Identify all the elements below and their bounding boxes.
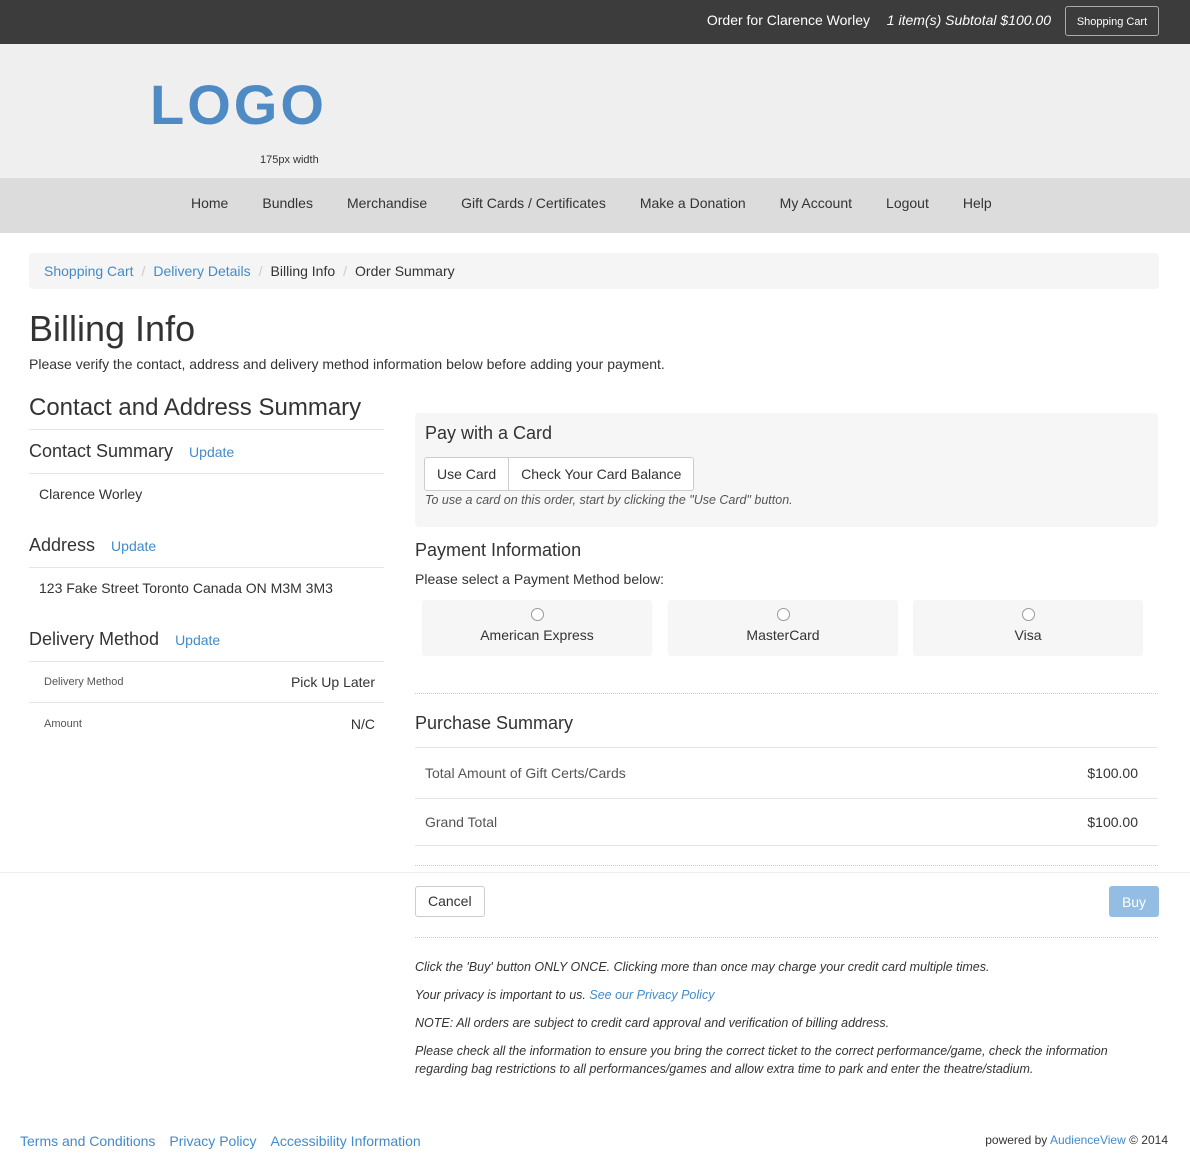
- powered-by: powered by AudienceView © 2014: [985, 1133, 1168, 1147]
- privacy-note: Your privacy is important to us. See our…: [415, 986, 1159, 1004]
- footer-accessibility-link[interactable]: Accessibility Information: [271, 1133, 421, 1149]
- delivery-amount-key: Amount: [44, 717, 82, 730]
- payment-info-subtext: Please select a Payment Method below:: [415, 571, 665, 587]
- radio-mastercard[interactable]: [776, 608, 790, 621]
- pay-with-card-heading: Pay with a Card: [425, 423, 553, 443]
- delivery-label: Delivery Method: [29, 629, 160, 649]
- privacy-note-text: Your privacy is important to us.: [415, 988, 586, 1002]
- address-update-link[interactable]: Update: [111, 538, 156, 554]
- payment-option-label: Visa: [1014, 627, 1042, 643]
- use-card-button[interactable]: Use Card: [424, 457, 510, 491]
- buy-once-note: Click the 'Buy' button ONLY ONCE. Clicki…: [415, 960, 990, 974]
- shopping-cart-button[interactable]: Shopping Cart: [1065, 6, 1159, 36]
- radio-visa[interactable]: [1021, 608, 1035, 621]
- footer-terms-link[interactable]: Terms and Conditions: [20, 1133, 155, 1149]
- nav-item-logout[interactable]: Logout: [869, 178, 946, 228]
- audienceview-link[interactable]: AudienceView: [1050, 1133, 1126, 1147]
- cart-subtotal: 1 item(s) Subtotal $100.00: [886, 12, 1051, 28]
- purchase-row-gift-cards: Total Amount of Gift Certs/Cards $100.00: [415, 747, 1158, 798]
- contact-summary-label: Contact Summary: [29, 441, 174, 461]
- delivery-update-link[interactable]: Update: [175, 632, 220, 648]
- purchase-row-grand-total: Grand Total $100.00: [415, 798, 1158, 846]
- footer-privacy-link[interactable]: Privacy Policy: [169, 1133, 256, 1149]
- purchase-notes: Click the 'Buy' button ONLY ONCE. Clicki…: [415, 958, 1159, 1088]
- breadcrumb-shopping-cart[interactable]: Shopping Cart: [44, 263, 134, 279]
- nav-item-help[interactable]: Help: [946, 178, 1009, 228]
- divider: [415, 937, 1158, 938]
- contact-update-link[interactable]: Update: [189, 444, 234, 460]
- approval-note: NOTE: All orders are subject to credit c…: [415, 1016, 890, 1030]
- nav-item-bundles[interactable]: Bundles: [245, 178, 330, 228]
- logo[interactable]: LOGO: [150, 72, 327, 137]
- check-balance-button[interactable]: Check Your Card Balance: [509, 457, 695, 491]
- payment-option-label: American Express: [480, 627, 594, 643]
- grand-total-key: Grand Total: [425, 814, 498, 830]
- nav-item-home[interactable]: Home: [174, 178, 245, 228]
- nav-item-my-account[interactable]: My Account: [763, 178, 869, 228]
- delivery-method-row: Delivery Method Pick Up Later: [29, 662, 384, 703]
- nav-item-gift-cards[interactable]: Gift Cards / Certificates: [444, 178, 623, 228]
- breadcrumb-separator: /: [141, 263, 146, 279]
- payment-option-mastercard[interactable]: MasterCard: [668, 600, 898, 656]
- order-for-label: Order for Clarence Worley: [706, 12, 870, 28]
- breadcrumb-billing-info: Billing Info: [270, 263, 336, 279]
- contact-name: Clarence Worley: [39, 486, 143, 502]
- payment-option-amex[interactable]: American Express: [422, 600, 652, 656]
- purchase-row-key: Total Amount of Gift Certs/Cards: [425, 765, 626, 781]
- payment-option-label: MasterCard: [746, 627, 820, 643]
- breadcrumb-delivery-details[interactable]: Delivery Details: [153, 263, 250, 279]
- privacy-policy-link[interactable]: See our Privacy Policy: [589, 988, 714, 1002]
- grand-total-value: $100.00: [1087, 814, 1138, 830]
- delivery-amount-value: N/C: [350, 715, 375, 732]
- divider: [415, 693, 1158, 694]
- site-header: LOGO 175px width: [0, 44, 1190, 178]
- page-title: Billing Info: [29, 308, 196, 349]
- footer-links: Terms and Conditions Privacy Policy Acce…: [20, 1133, 435, 1149]
- logo-note: 175px width: [260, 154, 319, 166]
- nav-item-merchandise[interactable]: Merchandise: [330, 178, 444, 228]
- divider: [415, 865, 1158, 866]
- payment-option-visa[interactable]: Visa: [913, 600, 1143, 656]
- card-button-group: Use Card Check Your Card Balance: [424, 457, 695, 491]
- contact-address-summary: Contact and Address Summary Contact Summ…: [29, 390, 384, 744]
- breadcrumb-order-summary: Order Summary: [355, 263, 455, 279]
- full-width-rule: [0, 872, 1190, 873]
- delivery-method-key: Delivery Method: [44, 676, 124, 688]
- top-bar: Order for Clarence Worley 1 item(s) Subt…: [0, 0, 1190, 44]
- page-lead: Please verify the contact, address and d…: [29, 356, 665, 372]
- breadcrumb-separator: /: [258, 263, 263, 279]
- purchase-summary-heading: Purchase Summary: [415, 713, 574, 733]
- main-nav: Home Bundles Merchandise Gift Cards / Ce…: [0, 178, 1190, 233]
- breadcrumb-separator: /: [343, 263, 348, 279]
- pay-with-card-panel: Pay with a Card Use Card Check Your Card…: [415, 413, 1158, 527]
- powered-prefix: powered by: [985, 1133, 1048, 1147]
- address-value: 123 Fake Street Toronto Canada ON M3M 3M…: [39, 580, 333, 596]
- address-header: Address Update: [29, 524, 384, 568]
- contact-summary-header: Contact Summary Update: [29, 430, 384, 474]
- delivery-header: Delivery Method Update: [29, 618, 384, 662]
- buy-button[interactable]: Buy: [1109, 886, 1159, 917]
- use-card-hint: To use a card on this order, start by cl…: [425, 493, 793, 507]
- delivery-method-value: Pick Up Later: [290, 674, 375, 690]
- purchase-row-value: $100.00: [1087, 765, 1138, 781]
- summary-heading: Contact and Address Summary: [29, 390, 384, 430]
- cancel-button[interactable]: Cancel: [415, 886, 485, 917]
- radio-amex[interactable]: [530, 608, 544, 621]
- breadcrumb: Shopping Cart / Delivery Details / Billi…: [29, 253, 1159, 289]
- payment-info-heading: Payment Information: [415, 540, 582, 560]
- powered-copyright: © 2014: [1129, 1133, 1168, 1147]
- nav-item-donation[interactable]: Make a Donation: [623, 178, 763, 228]
- delivery-amount-row: Amount N/C: [29, 703, 384, 744]
- check-info-note: Please check all the information to ensu…: [415, 1044, 1108, 1076]
- address-label: Address: [29, 535, 96, 555]
